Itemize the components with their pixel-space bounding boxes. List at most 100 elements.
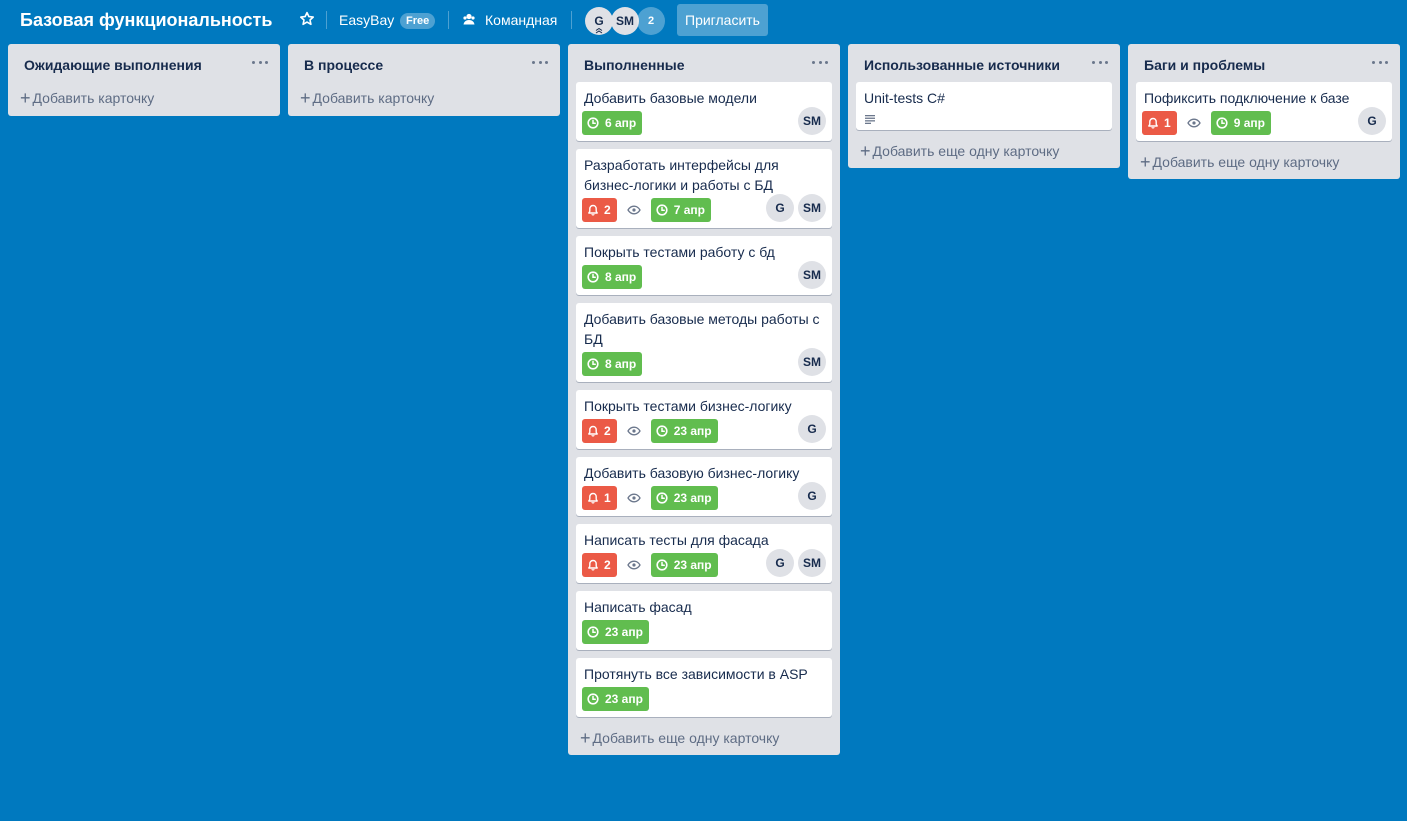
card-members: G SM bbox=[762, 549, 826, 577]
due-date-badge[interactable]: 23 апр bbox=[582, 687, 649, 711]
member-avatar[interactable]: SM bbox=[798, 549, 826, 577]
member-avatar[interactable]: SM bbox=[798, 261, 826, 289]
clock-icon bbox=[1216, 117, 1228, 129]
card-badges: 2 23 апр bbox=[582, 419, 824, 443]
card[interactable]: Unit-tests C# bbox=[856, 82, 1112, 130]
card[interactable]: Протянуть все зависимости в ASP 23 апр bbox=[576, 658, 832, 717]
notification-badge: 2 bbox=[582, 198, 617, 222]
due-date-badge[interactable]: 23 апр bbox=[650, 553, 718, 577]
card-title: Пофиксить подключение к базе bbox=[1144, 90, 1350, 106]
member-avatar[interactable]: G bbox=[798, 415, 826, 443]
card-title: Unit-tests C# bbox=[864, 90, 945, 106]
plus-icon: + bbox=[580, 728, 591, 748]
clock-icon bbox=[656, 204, 668, 216]
list-title[interactable]: Баги и проблемы bbox=[1144, 56, 1265, 74]
list-menu-icon[interactable] bbox=[1092, 54, 1108, 70]
list-header: Ожидающие выполнения bbox=[8, 44, 280, 82]
clock-icon bbox=[587, 693, 599, 705]
list: Использованные источники Unit-tests C# + До… bbox=[848, 44, 1120, 168]
due-date-badge[interactable]: 9 апр bbox=[1210, 111, 1271, 135]
add-card-label: Добавить карточку bbox=[32, 90, 155, 106]
notification-count: 2 bbox=[604, 424, 611, 438]
add-card-button[interactable]: + Добавить еще одну карточку bbox=[848, 134, 1120, 168]
clock-icon bbox=[656, 492, 668, 504]
notification-bell-icon bbox=[588, 204, 598, 216]
card-badges: 23 апр bbox=[582, 620, 824, 644]
due-date-badge[interactable]: 6 апр bbox=[582, 111, 643, 135]
card-title: Разработать интерфейсы для бизнес-логики… bbox=[584, 157, 779, 193]
board-header: Базовая функциональность EasyBay Free Ко… bbox=[0, 0, 1407, 40]
add-card-button[interactable]: + Добавить еще одну карточку bbox=[1128, 145, 1400, 179]
watching-badge bbox=[626, 426, 641, 436]
list-menu-icon[interactable] bbox=[252, 54, 268, 70]
due-date: 23 апр bbox=[673, 491, 712, 505]
avatar[interactable]: SM bbox=[611, 7, 639, 35]
member-avatar[interactable]: G bbox=[1358, 107, 1386, 135]
clock-icon bbox=[587, 626, 599, 638]
card[interactable]: Добавить базовые модели 6 апр SM bbox=[576, 82, 832, 141]
list-menu-icon[interactable] bbox=[532, 54, 548, 70]
due-date: 23 апр bbox=[673, 424, 712, 438]
add-card-button[interactable]: + Добавить карточку bbox=[8, 80, 280, 116]
star-icon[interactable] bbox=[299, 11, 315, 27]
card[interactable]: Написать фасад 23 апр bbox=[576, 591, 832, 650]
list-menu-icon[interactable] bbox=[1372, 54, 1388, 70]
card-list: Unit-tests C# bbox=[848, 82, 1120, 130]
card[interactable]: Разработать интерфейсы для бизнес-логики… bbox=[576, 149, 832, 228]
list-title[interactable]: В процессе bbox=[304, 56, 383, 74]
member-avatar[interactable]: G bbox=[798, 482, 826, 510]
card[interactable]: Добавить базовые методы работы с БД 8 апр… bbox=[576, 303, 832, 382]
list-menu-icon[interactable] bbox=[812, 54, 828, 70]
member-avatar[interactable]: SM bbox=[798, 348, 826, 376]
more-members-count[interactable]: 2 bbox=[637, 7, 665, 35]
card[interactable]: Покрыть тестами бизнес-логику 2 23 апр G bbox=[576, 390, 832, 449]
card-title: Покрыть тестами бизнес-логику bbox=[584, 398, 792, 414]
notification-count: 1 bbox=[604, 491, 611, 505]
list-title[interactable]: Использованные источники bbox=[864, 56, 1060, 74]
board-title[interactable]: Базовая функциональность bbox=[20, 8, 272, 32]
member-avatar[interactable]: SM bbox=[798, 194, 826, 222]
header-divider bbox=[448, 11, 449, 29]
invite-button[interactable]: Пригласить bbox=[677, 4, 768, 36]
plus-icon: + bbox=[20, 88, 31, 108]
add-card-label: Добавить еще одну карточку bbox=[592, 730, 780, 746]
team-name[interactable]: EasyBay bbox=[339, 11, 394, 29]
list-header: Использованные источники bbox=[848, 44, 1120, 82]
due-date-badge[interactable]: 8 апр bbox=[582, 352, 643, 376]
list-title[interactable]: Ожидающие выполнения bbox=[24, 56, 202, 74]
due-date-badge[interactable]: 23 апр bbox=[582, 620, 649, 644]
clock-icon bbox=[587, 117, 599, 129]
card-members: G SM bbox=[762, 194, 826, 222]
list: Баги и проблемы Пофиксить подключение к б… bbox=[1128, 44, 1400, 179]
card-members: SM bbox=[794, 107, 826, 135]
card[interactable]: Написать тесты для фасада 2 23 апр G SM bbox=[576, 524, 832, 583]
avatar[interactable]: G bbox=[585, 7, 613, 35]
member-avatar[interactable]: G bbox=[766, 549, 794, 577]
member-avatar[interactable]: G bbox=[766, 194, 794, 222]
card[interactable]: Пофиксить подключение к базе 1 9 апр G bbox=[1136, 82, 1392, 141]
card-members: G bbox=[794, 482, 826, 510]
notification-count: 2 bbox=[604, 203, 611, 217]
clock-icon bbox=[587, 358, 599, 370]
team-visibility-label[interactable]: Командная bbox=[485, 11, 557, 29]
eye-icon bbox=[626, 493, 641, 503]
list-title[interactable]: Выполненные bbox=[584, 56, 685, 74]
card-badges: 23 апр bbox=[582, 687, 824, 711]
card-badges: 1 9 апр bbox=[1142, 111, 1384, 135]
card[interactable]: Добавить базовую бизнес-логику 1 23 апр G bbox=[576, 457, 832, 516]
card-title: Добавить базовые методы работы с БД bbox=[584, 311, 820, 347]
member-avatar[interactable]: SM bbox=[798, 107, 826, 135]
team-visibility-icon bbox=[463, 13, 475, 25]
add-card-button[interactable]: + Добавить карточку bbox=[288, 80, 560, 116]
add-card-button[interactable]: + Добавить еще одну карточку bbox=[568, 721, 840, 755]
due-date-badge[interactable]: 23 апр bbox=[650, 486, 718, 510]
due-date-badge[interactable]: 23 апр bbox=[650, 419, 718, 443]
card-badges: 8 апр bbox=[582, 265, 824, 289]
due-date-badge[interactable]: 7 апр bbox=[650, 198, 711, 222]
card[interactable]: Покрыть тестами работу с бд 8 апр SM bbox=[576, 236, 832, 295]
plus-icon: + bbox=[1140, 152, 1151, 172]
due-date-badge[interactable]: 8 апр bbox=[582, 265, 643, 289]
add-card-label: Добавить карточку bbox=[312, 90, 435, 106]
clock-icon bbox=[587, 271, 599, 283]
list: В процессе + Добавить карточку bbox=[288, 44, 560, 116]
